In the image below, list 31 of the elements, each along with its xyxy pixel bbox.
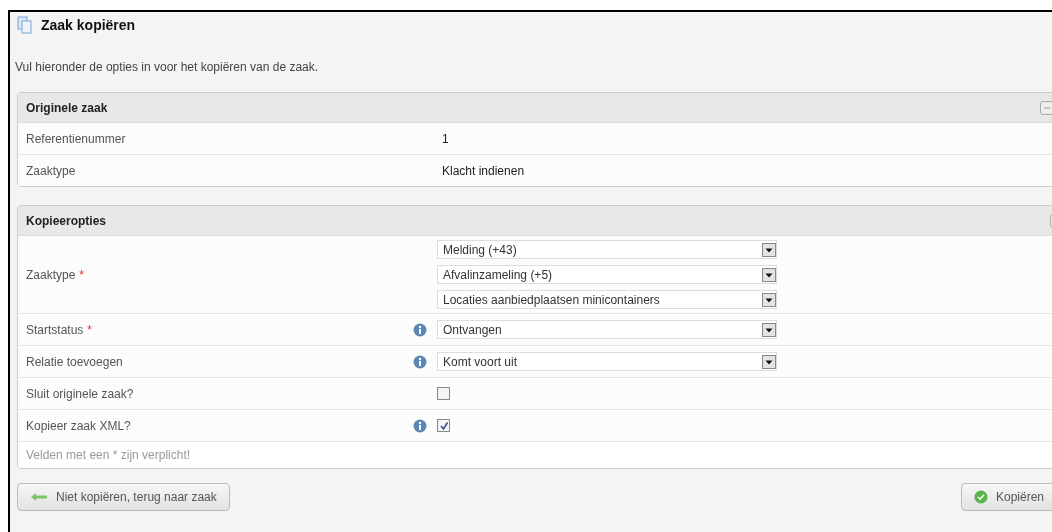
dropdown[interactable]: Melding (+43) [437, 240, 777, 259]
required-mark: * [87, 322, 93, 337]
required-mark: * [79, 267, 85, 282]
field-label: Zaaktype [25, 163, 76, 178]
check-icon [974, 489, 988, 505]
panel-title: Kopieeropties [26, 213, 106, 228]
field-label: Sluit originele zaak? [25, 386, 134, 401]
panel-title: Originele zaak [26, 100, 108, 115]
field-label: Referentienummer [25, 131, 126, 146]
checkbox[interactable] [437, 387, 450, 400]
intro-text: Vul hieronder de opties in voor het kopiëren van de zaak. [15, 60, 320, 76]
copy-icon [17, 16, 33, 34]
arrow-left-icon [30, 492, 48, 502]
dropdown[interactable]: Ontvangen [437, 320, 777, 339]
field-label: Zaaktype [25, 267, 76, 282]
field-value: 1 [442, 131, 450, 146]
field-label: Startstatus [25, 322, 84, 337]
collapse-button[interactable] [1040, 100, 1052, 115]
checkbox[interactable] [437, 419, 450, 432]
field-value: Klacht indienen [442, 163, 526, 178]
dropdown[interactable]: Komt voort uit [437, 352, 777, 371]
field-label: Relatie toevoegen [25, 354, 123, 369]
dropdown[interactable]: Afvalinzameling (+5) [437, 265, 777, 284]
window-title: Zaak kopiëren [41, 17, 136, 33]
info-icon[interactable] [413, 354, 427, 369]
info-icon[interactable] [413, 418, 427, 433]
copy-button[interactable]: Kopiëren [961, 483, 1052, 511]
dropdown[interactable]: Locaties aanbiedplaatsen minicontainers [437, 290, 777, 309]
field-label: Kopieer zaak XML? [25, 418, 131, 433]
back-button[interactable]: Niet kopiëren, terug naar zaak [17, 483, 230, 511]
info-icon[interactable] [413, 322, 427, 337]
